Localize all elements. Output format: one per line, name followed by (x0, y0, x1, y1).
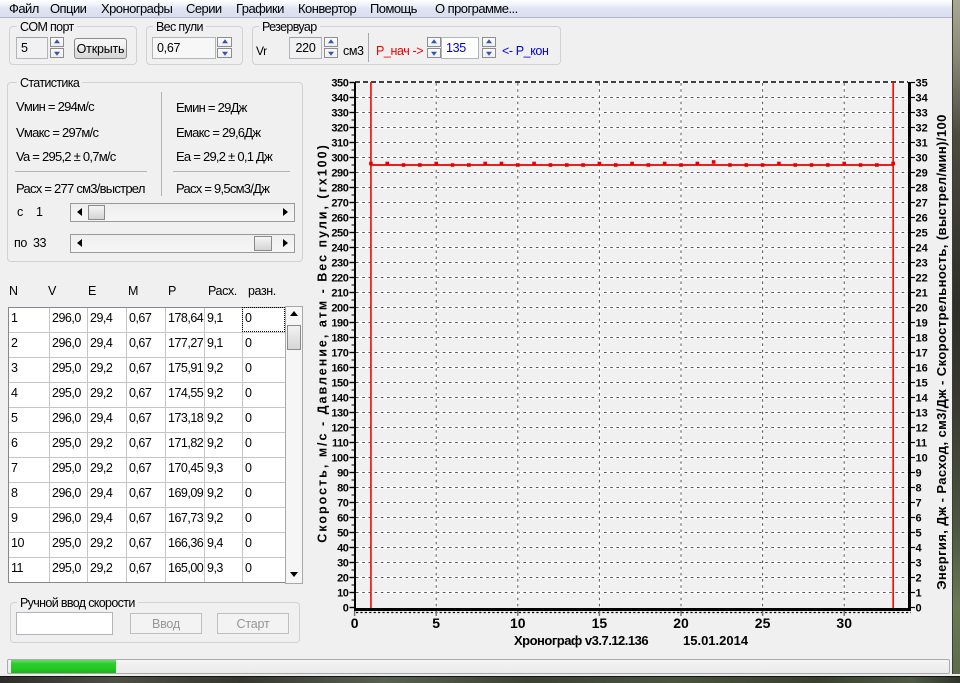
svg-text:340: 340 (331, 93, 348, 105)
svg-text:200: 200 (331, 303, 348, 315)
svg-text:350: 350 (331, 78, 348, 90)
svg-text:Энергия, Дж - Расход, см3/Дж: Энергия, Дж - Расход, см3/Дж - Скоростре… (934, 114, 949, 590)
svg-text:22: 22 (916, 273, 928, 285)
svg-text:26: 26 (916, 213, 928, 225)
svg-text:29: 29 (916, 168, 928, 180)
svg-text:260: 260 (331, 213, 348, 225)
svg-text:10: 10 (510, 615, 526, 631)
svg-text:60: 60 (337, 513, 349, 525)
svg-text:90: 90 (337, 468, 349, 480)
svg-text:8: 8 (916, 483, 922, 495)
svg-text:310: 310 (331, 138, 348, 150)
svg-text:30: 30 (337, 558, 349, 570)
svg-text:100: 100 (331, 453, 348, 465)
svg-text:24: 24 (916, 243, 929, 255)
svg-text:27: 27 (916, 198, 928, 210)
svg-text:320: 320 (331, 123, 348, 135)
svg-text:14: 14 (916, 393, 929, 405)
svg-text:5: 5 (432, 615, 440, 631)
svg-text:7: 7 (916, 498, 922, 510)
svg-text:220: 220 (331, 273, 348, 285)
svg-text:160: 160 (331, 363, 348, 375)
svg-text:15.01.2014: 15.01.2014 (683, 633, 749, 648)
svg-text:Скорость, м/с - Давление, ат: Скорость, м/с - Давление, атм - Вес пули… (316, 143, 330, 543)
svg-text:110: 110 (332, 438, 349, 450)
svg-text:290: 290 (331, 168, 348, 180)
svg-text:31: 31 (916, 138, 928, 150)
svg-text:13: 13 (916, 408, 928, 420)
svg-text:28: 28 (916, 183, 928, 195)
svg-text:12: 12 (916, 423, 928, 435)
svg-text:3: 3 (916, 558, 922, 570)
svg-text:30: 30 (836, 615, 852, 631)
svg-text:23: 23 (916, 258, 928, 270)
svg-text:18: 18 (916, 333, 928, 345)
svg-text:21: 21 (916, 288, 928, 300)
svg-text:240: 240 (331, 243, 348, 255)
svg-text:16: 16 (916, 363, 928, 375)
svg-text:230: 230 (331, 258, 348, 270)
svg-text:180: 180 (331, 333, 348, 345)
svg-text:20: 20 (916, 303, 928, 315)
svg-text:25: 25 (755, 615, 771, 631)
svg-text:15: 15 (592, 615, 608, 631)
svg-text:190: 190 (331, 318, 348, 330)
svg-text:20: 20 (673, 615, 689, 631)
svg-text:270: 270 (331, 198, 348, 210)
svg-text:10: 10 (337, 588, 349, 600)
svg-text:4: 4 (916, 543, 923, 555)
svg-text:140: 140 (331, 393, 348, 405)
svg-text:70: 70 (337, 498, 349, 510)
svg-text:9: 9 (916, 468, 922, 480)
svg-text:35: 35 (916, 78, 928, 90)
svg-text:0: 0 (916, 603, 922, 615)
svg-text:0: 0 (343, 603, 349, 615)
svg-text:170: 170 (331, 348, 348, 360)
svg-text:150: 150 (331, 378, 348, 390)
svg-text:Хронограф v3.7.12.136: Хронограф v3.7.12.136 (514, 633, 648, 648)
svg-text:330: 330 (331, 108, 348, 120)
svg-text:20: 20 (337, 573, 349, 585)
svg-text:80: 80 (337, 483, 349, 495)
svg-text:10: 10 (916, 453, 928, 465)
svg-text:25: 25 (916, 228, 928, 240)
svg-text:130: 130 (331, 408, 348, 420)
svg-text:33: 33 (916, 108, 928, 120)
svg-text:40: 40 (337, 543, 349, 555)
svg-text:34: 34 (916, 93, 929, 105)
svg-text:0: 0 (351, 615, 359, 631)
svg-text:19: 19 (916, 318, 928, 330)
svg-text:2: 2 (916, 573, 922, 585)
svg-text:50: 50 (337, 528, 349, 540)
svg-text:210: 210 (331, 288, 348, 300)
svg-text:32: 32 (916, 123, 928, 135)
svg-text:17: 17 (916, 348, 928, 360)
svg-text:30: 30 (916, 153, 928, 165)
svg-text:300: 300 (331, 153, 348, 165)
svg-text:15: 15 (916, 378, 928, 390)
svg-text:5: 5 (916, 528, 922, 540)
svg-text:11: 11 (916, 438, 928, 450)
svg-text:120: 120 (331, 423, 348, 435)
svg-text:280: 280 (331, 183, 348, 195)
svg-text:250: 250 (331, 228, 348, 240)
svg-text:6: 6 (916, 513, 922, 525)
svg-text:1: 1 (916, 588, 922, 600)
